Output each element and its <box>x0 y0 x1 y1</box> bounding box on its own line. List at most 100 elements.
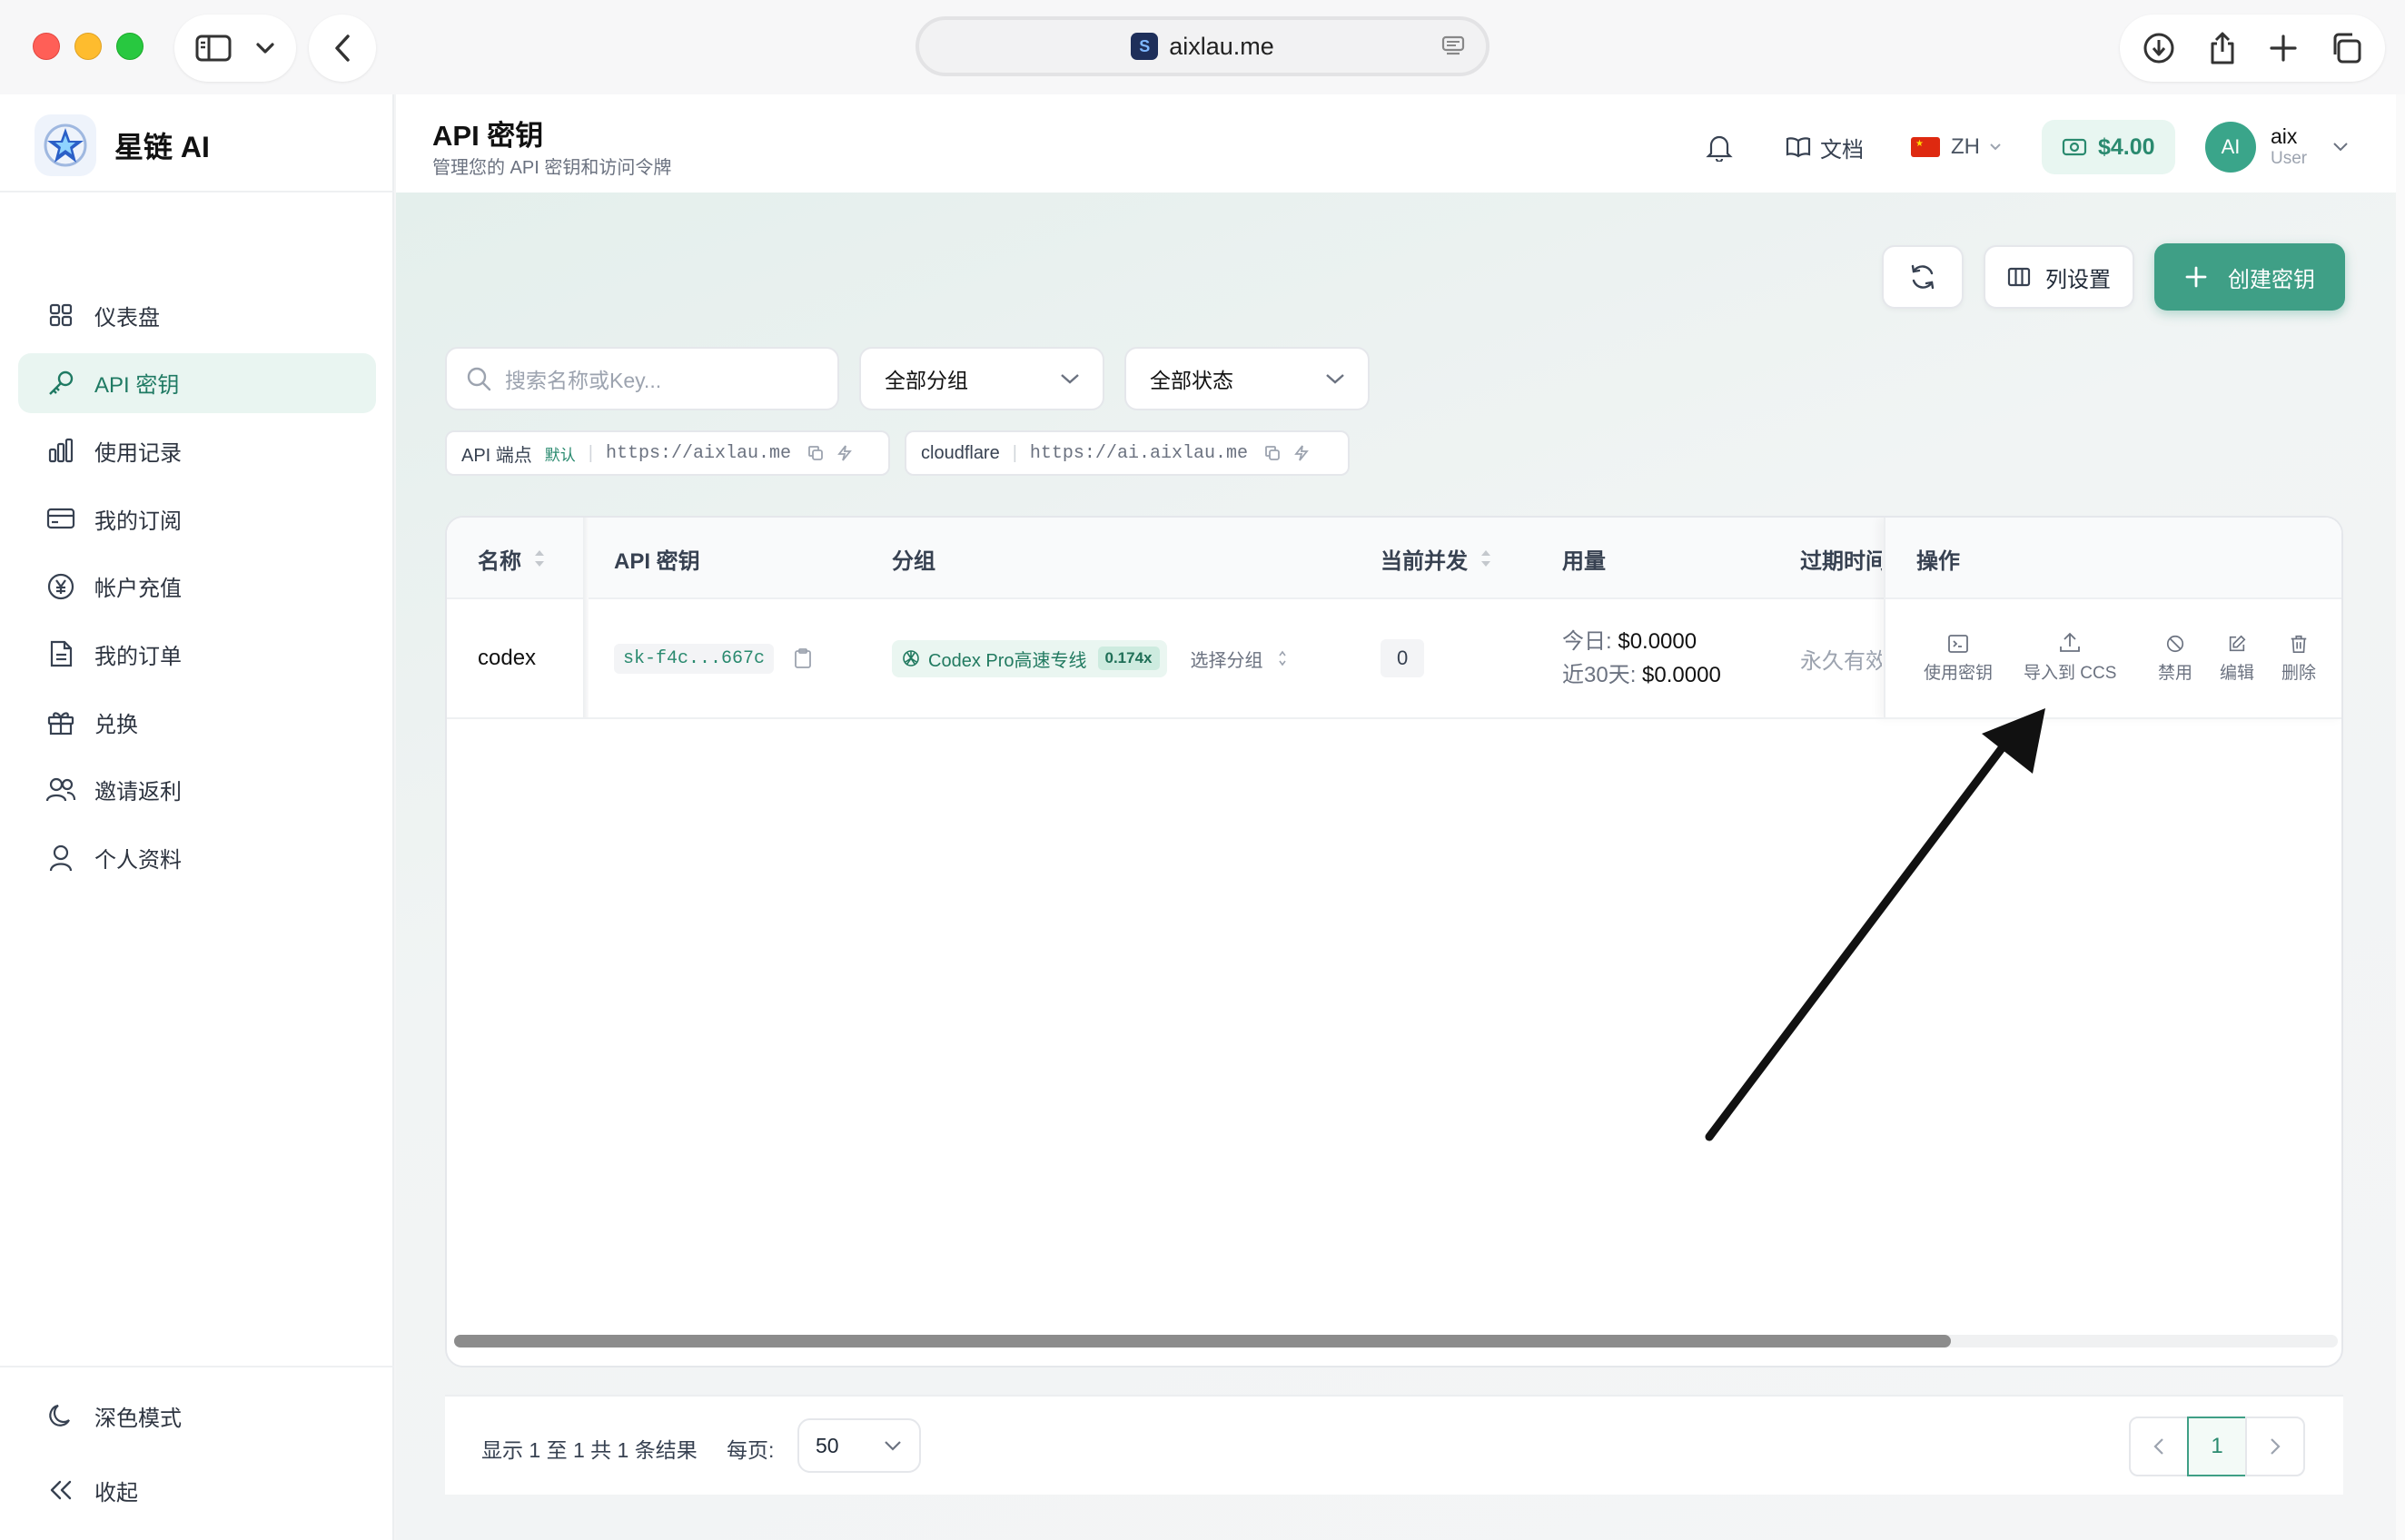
sidebar-item-label: 仪表盘 <box>94 305 160 331</box>
copy-icon[interactable] <box>1264 445 1281 461</box>
key-icon <box>45 368 76 399</box>
lightning-icon[interactable] <box>1293 445 1310 461</box>
main-content: 列设置 创建密钥 搜索名称或Key... 全部分组 全部状态 API 端点 默认… <box>396 192 2405 1540</box>
chevron-left-icon <box>2153 1438 2163 1455</box>
group-filter-select[interactable]: 全部分组 <box>859 347 1104 410</box>
endpoint-name: API 端点 <box>461 445 532 466</box>
column-settings-button[interactable]: 列设置 <box>1984 245 2134 309</box>
sidebar: 星链 AI 仪表盘 API 密钥 使用记录 我的订阅 帐户充值 我的订单 兑换 … <box>0 94 394 1540</box>
select-group-button[interactable]: 选择分组 <box>1191 646 1287 672</box>
new-tab-icon[interactable] <box>2269 34 2298 63</box>
separator: | <box>1012 442 1017 463</box>
sidebar-item-label: 个人资料 <box>94 848 182 873</box>
sidebar-item-label: 使用记录 <box>94 440 182 466</box>
per-page-label: 每页: <box>727 1438 775 1462</box>
terminal-icon <box>1948 635 1968 653</box>
notifications-button[interactable] <box>1706 120 1733 174</box>
sidebar-item-orders[interactable]: 我的订单 <box>18 624 376 684</box>
collapse-label: 收起 <box>94 1480 138 1505</box>
close-window-button[interactable] <box>33 33 60 60</box>
download-icon[interactable] <box>2143 32 2175 64</box>
brand[interactable]: 星链 AI <box>35 114 210 176</box>
edit-button[interactable]: 编辑 <box>2220 634 2254 684</box>
sidebar-item-profile[interactable]: 个人资料 <box>18 828 376 888</box>
import-to-ccs-button[interactable]: 导入到 CCS <box>2024 632 2116 684</box>
dark-mode-toggle[interactable]: 深色模式 <box>18 1386 376 1446</box>
minimize-window-button[interactable] <box>74 33 102 60</box>
search-placeholder: 搜索名称或Key... <box>505 369 662 392</box>
chevron-right-icon <box>2271 1438 2281 1455</box>
group-name: Codex Pro高速专线 <box>928 650 1087 671</box>
page-scrollbar[interactable] <box>2396 94 2405 1540</box>
endpoint-url: https://aixlau.me <box>606 442 792 464</box>
search-input[interactable]: 搜索名称或Key... <box>445 347 839 410</box>
separator: | <box>588 442 593 463</box>
per-page-select[interactable]: 50 <box>797 1418 921 1473</box>
docs-label: 文档 <box>1820 137 1864 163</box>
scrollbar-thumb[interactable] <box>454 1335 1951 1348</box>
moon-icon <box>45 1400 76 1431</box>
edit-icon <box>2229 635 2246 652</box>
create-key-button[interactable]: 创建密钥 <box>2154 243 2345 311</box>
yen-icon <box>45 571 76 602</box>
tab-overview-icon[interactable] <box>2330 32 2362 64</box>
prev-page-button[interactable] <box>2129 1417 2189 1476</box>
rate-badge: 0.174x <box>1097 647 1160 670</box>
sidebar-item-redeem[interactable]: 兑换 <box>18 692 376 752</box>
document-icon <box>45 638 76 669</box>
user-menu[interactable]: AI aix User <box>2205 120 2349 174</box>
browser-actions <box>2120 15 2385 82</box>
clipboard-icon[interactable] <box>794 647 812 669</box>
sidebar-item-subscriptions[interactable]: 我的订阅 <box>18 489 376 548</box>
reader-mode-icon[interactable] <box>1440 34 1466 59</box>
cell-concurrency: 0 <box>1381 599 1425 717</box>
page-number-button[interactable]: 1 <box>2187 1417 2247 1476</box>
sidebar-item-label: 帐户充值 <box>94 577 182 602</box>
status-filter-select[interactable]: 全部状态 <box>1124 347 1370 410</box>
wallet-icon <box>2062 137 2087 157</box>
lightning-icon[interactable] <box>836 445 853 461</box>
copy-icon[interactable] <box>807 445 824 461</box>
chevron-down-icon <box>1324 372 1346 385</box>
api-key-value: sk-f4c...667c <box>614 643 775 674</box>
row-divider <box>447 717 2341 719</box>
share-icon[interactable] <box>2207 31 2238 65</box>
sidebar-item-recharge[interactable]: 帐户充值 <box>18 557 376 617</box>
sidebar-item-label: 兑换 <box>94 712 138 737</box>
search-icon <box>465 365 492 392</box>
cell-name: codex <box>478 646 537 670</box>
chevron-down-icon <box>2332 142 2349 153</box>
chevron-left-icon <box>333 34 351 63</box>
sidebar-toggle-icon[interactable] <box>195 34 232 63</box>
disable-button[interactable]: 禁用 <box>2158 634 2192 684</box>
sidebar-item-referral[interactable]: 邀请返利 <box>18 760 376 820</box>
horizontal-scrollbar[interactable] <box>454 1335 2338 1348</box>
column-header-name[interactable]: 名称 <box>478 518 545 599</box>
zoom-window-button[interactable] <box>116 33 144 60</box>
book-icon <box>1786 136 1811 158</box>
group-filter-value: 全部分组 <box>885 369 968 392</box>
brand-logo <box>35 114 96 176</box>
balance-badge[interactable]: $4.00 <box>2042 120 2175 174</box>
user-icon <box>45 843 76 874</box>
back-button[interactable] <box>309 15 376 82</box>
use-key-button[interactable]: 使用密钥 <box>1924 634 1993 684</box>
chevron-down-icon[interactable] <box>255 42 275 54</box>
action-label: 编辑 <box>2220 664 2255 683</box>
brand-name: 星链 AI <box>114 131 210 163</box>
chevron-down-icon <box>1989 143 2002 152</box>
language-selector[interactable]: ★ ZH <box>1911 120 2002 174</box>
column-header-group: 分组 <box>892 548 935 574</box>
sidebar-item-usage[interactable]: 使用记录 <box>18 420 376 480</box>
column-header-concurrency[interactable]: 当前并发 <box>1381 518 1491 599</box>
docs-link[interactable]: 文档 <box>1786 120 1864 174</box>
collapse-sidebar-button[interactable]: 收起 <box>18 1460 376 1520</box>
address-bar[interactable]: S aixlau.me <box>915 16 1490 76</box>
delete-button[interactable]: 删除 <box>2281 634 2316 684</box>
next-page-button[interactable] <box>2245 1417 2305 1476</box>
refresh-button[interactable] <box>1882 245 1964 309</box>
chevron-down-icon <box>883 1439 903 1452</box>
sticky-divider <box>583 518 589 719</box>
sidebar-item-dashboard[interactable]: 仪表盘 <box>18 285 376 345</box>
sidebar-item-api-keys[interactable]: API 密钥 <box>18 352 376 413</box>
